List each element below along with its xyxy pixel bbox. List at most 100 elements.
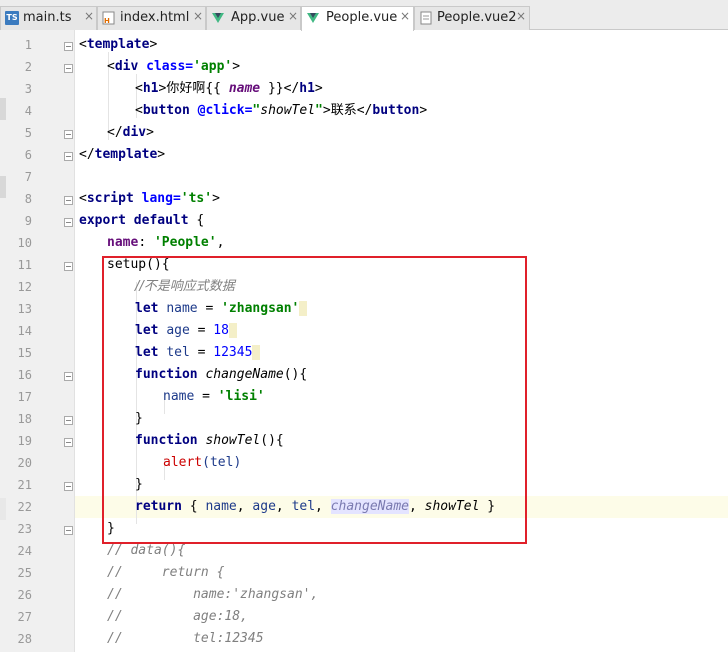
fold-marker[interactable] (64, 416, 73, 425)
line-number: 15 (17, 346, 32, 360)
line-number: 28 (17, 632, 32, 646)
comment: // name:'zhangsan', (107, 587, 319, 602)
interpolation: name (228, 81, 261, 96)
code-line-11: setup(){ (107, 254, 170, 276)
fold-marker[interactable] (64, 526, 73, 535)
code-line-8: <script lang='ts'> (79, 191, 220, 206)
fold-marker[interactable] (64, 262, 73, 271)
function-call: alert (163, 455, 203, 470)
fold-marker[interactable] (64, 372, 73, 381)
code-line-26: // name:'zhangsan', (107, 584, 318, 606)
code-line-16: function changeName(){ (135, 364, 307, 386)
tab-people-vue[interactable]: People.vue × (301, 6, 414, 31)
close-icon[interactable]: × (288, 9, 298, 23)
tab-label: main.ts (23, 10, 72, 25)
line-number: 10 (17, 236, 32, 250)
code-line-10: name: 'People', (107, 235, 225, 250)
code-text: (){ (260, 433, 284, 448)
close-icon[interactable]: × (400, 9, 410, 23)
code-line-17: name = 'lisi' (163, 389, 265, 404)
fold-marker[interactable] (64, 218, 73, 227)
fold-marker[interactable] (64, 42, 73, 51)
line-number: 19 (17, 434, 32, 448)
tab-index-html[interactable]: H index.html × (97, 6, 206, 30)
code-line-15: let tel = 12345 (135, 342, 261, 364)
tab-label: People.vue (326, 10, 398, 25)
string-literal: 'People' (153, 235, 217, 250)
return-item: name (205, 499, 237, 514)
comment: //不是响应式数据 (135, 279, 235, 294)
line-number: 9 (24, 214, 32, 228)
code-line-14: let age = 18 (135, 320, 237, 342)
code-line-13: let name = 'zhangsan' (135, 298, 308, 320)
vue-file-icon (306, 11, 320, 25)
fold-marker[interactable] (64, 130, 73, 139)
line-number: 14 (17, 324, 32, 338)
return-item: tel (291, 499, 316, 514)
text-content: 你好啊 (166, 81, 206, 96)
line-number: 12 (17, 280, 32, 294)
code-text: setup(){ (107, 257, 170, 272)
attr-value: 'ts' (180, 191, 213, 206)
tab-people-vue2[interactable]: People.vue2 × (414, 6, 530, 30)
variable: tel (166, 345, 190, 360)
line-number: 6 (24, 148, 32, 162)
string-literal: 'lisi' (217, 389, 265, 404)
function-name: showTel (205, 433, 261, 448)
code-line-12: //不是响应式数据 (135, 276, 235, 298)
fold-marker[interactable] (64, 64, 73, 73)
code-line-6: </template> (79, 147, 166, 162)
text-file-icon (419, 11, 433, 25)
line-number: 25 (17, 566, 32, 580)
variable: age (166, 323, 190, 338)
attr-value: 'app' (193, 59, 233, 74)
keyword: default (133, 213, 189, 228)
variable: name (163, 389, 195, 404)
tab-main-ts[interactable]: TS main.ts × (0, 6, 97, 30)
code-line-28: // tel:12345 (107, 628, 264, 650)
event-binding: @click (197, 103, 245, 118)
return-item: changeName (330, 499, 409, 514)
property-key: name (107, 235, 139, 250)
comment: // data(){ (107, 543, 186, 558)
code-line-23: } (107, 518, 115, 540)
keyword: function (135, 433, 198, 448)
fold-marker[interactable] (64, 438, 73, 447)
attr-name: class (146, 59, 186, 74)
close-icon[interactable]: × (516, 9, 526, 23)
tag-name: script (86, 191, 134, 206)
attr-name: lang (141, 191, 173, 206)
line-number: 20 (17, 456, 32, 470)
code-line-4: <button @click="showTel">联系</button> (135, 103, 428, 118)
code-text: } (135, 477, 143, 492)
code-line-22: return { name, age, tel, changeName, sho… (135, 499, 496, 514)
keyword: let (135, 301, 159, 316)
line-number: 1 (24, 38, 32, 52)
code-text: (){ (283, 367, 308, 382)
fold-marker[interactable] (64, 196, 73, 205)
tag-name: div (114, 59, 139, 74)
keyword: let (135, 345, 159, 360)
close-icon[interactable]: × (193, 9, 203, 23)
comment: // return { (107, 565, 225, 580)
code-line-25: // return { (107, 562, 224, 584)
code-line-27: // age:18, (107, 606, 248, 628)
keyword: export (79, 213, 126, 228)
return-item: age (252, 499, 276, 514)
tag-name: h1 (142, 81, 159, 96)
fold-marker[interactable] (64, 482, 73, 491)
line-number: 24 (17, 544, 32, 558)
tab-label: App.vue (231, 10, 285, 25)
typescript-file-icon: TS (5, 11, 19, 25)
tab-app-vue[interactable]: App.vue × (206, 6, 301, 30)
fold-marker[interactable] (64, 152, 73, 161)
close-icon[interactable]: × (84, 9, 94, 23)
line-number: 8 (24, 192, 32, 206)
line-number: 5 (24, 126, 32, 140)
code-line-9: export default { (79, 210, 204, 232)
keyword: return (135, 499, 182, 514)
return-item: showTel (424, 499, 480, 514)
code-editor[interactable]: <template> <div class='app'> <h1>你好啊{{ n… (75, 30, 728, 652)
comment: // tel:12345 (107, 631, 264, 646)
tab-label: index.html (120, 10, 190, 25)
